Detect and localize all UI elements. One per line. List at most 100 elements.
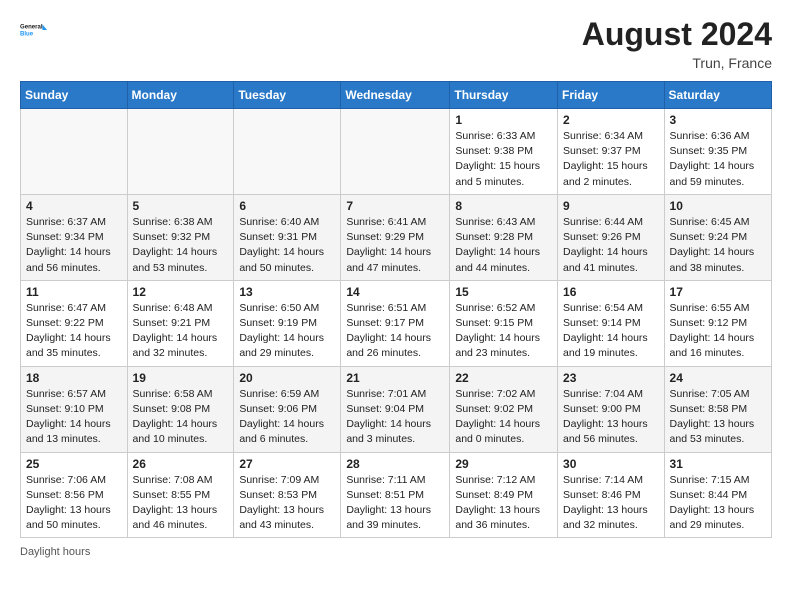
day-number: 29 xyxy=(455,457,552,471)
day-number: 26 xyxy=(133,457,229,471)
day-number: 9 xyxy=(563,199,659,213)
table-row: 11 Sunrise: 6:47 AM Sunset: 9:22 PM Dayli… xyxy=(21,280,128,366)
day-number: 5 xyxy=(133,199,229,213)
day-info: Sunrise: 6:57 AM Sunset: 9:10 PM Dayligh… xyxy=(26,387,122,448)
day-info: Sunrise: 6:43 AM Sunset: 9:28 PM Dayligh… xyxy=(455,215,552,276)
table-row: 28 Sunrise: 7:11 AM Sunset: 8:51 PM Dayli… xyxy=(341,452,450,538)
table-row: 15 Sunrise: 6:52 AM Sunset: 9:15 PM Dayli… xyxy=(450,280,558,366)
day-info: Sunrise: 6:44 AM Sunset: 9:26 PM Dayligh… xyxy=(563,215,659,276)
day-info: Sunrise: 7:12 AM Sunset: 8:49 PM Dayligh… xyxy=(455,473,552,534)
table-row: 1Sunrise: 6:33 AM Sunset: 9:38 PM Daylig… xyxy=(450,109,558,195)
calendar-week-row: 4 Sunrise: 6:37 AM Sunset: 9:34 PM Daylig… xyxy=(21,194,772,280)
calendar-week-row: 18Sunrise: 6:57 AM Sunset: 9:10 PM Dayli… xyxy=(21,366,772,452)
day-info: Sunrise: 7:01 AM Sunset: 9:04 PM Dayligh… xyxy=(346,387,444,448)
day-info: Sunrise: 6:41 AM Sunset: 9:29 PM Dayligh… xyxy=(346,215,444,276)
day-info: Sunrise: 7:06 AM Sunset: 8:56 PM Dayligh… xyxy=(26,473,122,534)
day-info: Sunrise: 7:02 AM Sunset: 9:02 PM Dayligh… xyxy=(455,387,552,448)
table-row: 22 Sunrise: 7:02 AM Sunset: 9:02 PM Dayli… xyxy=(450,366,558,452)
table-row: 18Sunrise: 6:57 AM Sunset: 9:10 PM Dayli… xyxy=(21,366,128,452)
table-row: 6 Sunrise: 6:40 AM Sunset: 9:31 PM Daylig… xyxy=(234,194,341,280)
day-info: Sunrise: 6:48 AM Sunset: 9:21 PM Dayligh… xyxy=(133,301,229,362)
month-year: August 2024 xyxy=(582,16,772,53)
calendar-week-row: 25 Sunrise: 7:06 AM Sunset: 8:56 PM Dayli… xyxy=(21,452,772,538)
day-number: 17 xyxy=(670,285,766,299)
day-number: 27 xyxy=(239,457,335,471)
col-friday: Friday xyxy=(558,82,665,109)
day-number: 7 xyxy=(346,199,444,213)
day-number: 12 xyxy=(133,285,229,299)
table-row: 12 Sunrise: 6:48 AM Sunset: 9:21 PM Dayli… xyxy=(127,280,234,366)
day-info: Sunrise: 6:47 AM Sunset: 9:22 PM Dayligh… xyxy=(26,301,122,362)
table-row: 27Sunrise: 7:09 AM Sunset: 8:53 PM Dayli… xyxy=(234,452,341,538)
day-number: 4 xyxy=(26,199,122,213)
day-number: 30 xyxy=(563,457,659,471)
calendar-week-row: 11 Sunrise: 6:47 AM Sunset: 9:22 PM Dayli… xyxy=(21,280,772,366)
table-row xyxy=(127,109,234,195)
day-number: 28 xyxy=(346,457,444,471)
calendar-week-row: 1Sunrise: 6:33 AM Sunset: 9:38 PM Daylig… xyxy=(21,109,772,195)
table-row: 26Sunrise: 7:08 AM Sunset: 8:55 PM Dayli… xyxy=(127,452,234,538)
table-row: 9 Sunrise: 6:44 AM Sunset: 9:26 PM Daylig… xyxy=(558,194,665,280)
table-row: 5 Sunrise: 6:38 AM Sunset: 9:32 PM Daylig… xyxy=(127,194,234,280)
day-info: Sunrise: 6:37 AM Sunset: 9:34 PM Dayligh… xyxy=(26,215,122,276)
day-info: Sunrise: 6:40 AM Sunset: 9:31 PM Dayligh… xyxy=(239,215,335,276)
day-number: 20 xyxy=(239,371,335,385)
col-wednesday: Wednesday xyxy=(341,82,450,109)
day-number: 6 xyxy=(239,199,335,213)
day-number: 10 xyxy=(670,199,766,213)
table-row: 30 Sunrise: 7:14 AM Sunset: 8:46 PM Dayli… xyxy=(558,452,665,538)
table-row: 25 Sunrise: 7:06 AM Sunset: 8:56 PM Dayli… xyxy=(21,452,128,538)
day-info: Sunrise: 7:11 AM Sunset: 8:51 PM Dayligh… xyxy=(346,473,444,534)
day-info: Sunrise: 6:50 AM Sunset: 9:19 PM Dayligh… xyxy=(239,301,335,362)
table-row: 10Sunrise: 6:45 AM Sunset: 9:24 PM Dayli… xyxy=(664,194,771,280)
day-number: 13 xyxy=(239,285,335,299)
day-info: Sunrise: 7:14 AM Sunset: 8:46 PM Dayligh… xyxy=(563,473,659,534)
table-row xyxy=(21,109,128,195)
table-row: 8 Sunrise: 6:43 AM Sunset: 9:28 PM Daylig… xyxy=(450,194,558,280)
col-sunday: Sunday xyxy=(21,82,128,109)
day-number: 23 xyxy=(563,371,659,385)
table-row: 7 Sunrise: 6:41 AM Sunset: 9:29 PM Daylig… xyxy=(341,194,450,280)
day-info: Sunrise: 7:05 AM Sunset: 8:58 PM Dayligh… xyxy=(670,387,766,448)
day-number: 8 xyxy=(455,199,552,213)
day-number: 22 xyxy=(455,371,552,385)
day-info: Sunrise: 6:38 AM Sunset: 9:32 PM Dayligh… xyxy=(133,215,229,276)
day-number: 24 xyxy=(670,371,766,385)
day-number: 21 xyxy=(346,371,444,385)
logo: GeneralBlue xyxy=(20,16,48,44)
table-row: 17Sunrise: 6:55 AM Sunset: 9:12 PM Dayli… xyxy=(664,280,771,366)
table-row: 29 Sunrise: 7:12 AM Sunset: 8:49 PM Dayli… xyxy=(450,452,558,538)
daylight-hours-label: Daylight hours xyxy=(20,546,90,558)
day-info: Sunrise: 6:33 AM Sunset: 9:38 PM Dayligh… xyxy=(455,129,552,190)
col-monday: Monday xyxy=(127,82,234,109)
day-number: 15 xyxy=(455,285,552,299)
col-thursday: Thursday xyxy=(450,82,558,109)
col-saturday: Saturday xyxy=(664,82,771,109)
col-tuesday: Tuesday xyxy=(234,82,341,109)
table-row: 4 Sunrise: 6:37 AM Sunset: 9:34 PM Daylig… xyxy=(21,194,128,280)
day-number: 31 xyxy=(670,457,766,471)
table-row: 31 Sunrise: 7:15 AM Sunset: 8:44 PM Dayli… xyxy=(664,452,771,538)
title-block: August 2024 Trun, France xyxy=(582,16,772,71)
day-number: 14 xyxy=(346,285,444,299)
day-info: Sunrise: 6:52 AM Sunset: 9:15 PM Dayligh… xyxy=(455,301,552,362)
table-row: 20Sunrise: 6:59 AM Sunset: 9:06 PM Dayli… xyxy=(234,366,341,452)
location: Trun, France xyxy=(582,55,772,71)
svg-text:Blue: Blue xyxy=(20,32,34,38)
day-number: 25 xyxy=(26,457,122,471)
logo-icon: GeneralBlue xyxy=(20,16,48,44)
day-info: Sunrise: 6:54 AM Sunset: 9:14 PM Dayligh… xyxy=(563,301,659,362)
table-row xyxy=(234,109,341,195)
page: GeneralBlue August 2024 Trun, France Sun… xyxy=(0,0,792,612)
day-info: Sunrise: 7:15 AM Sunset: 8:44 PM Dayligh… xyxy=(670,473,766,534)
day-info: Sunrise: 7:04 AM Sunset: 9:00 PM Dayligh… xyxy=(563,387,659,448)
day-number: 2 xyxy=(563,113,659,127)
day-number: 16 xyxy=(563,285,659,299)
table-row: 23 Sunrise: 7:04 AM Sunset: 9:00 PM Dayli… xyxy=(558,366,665,452)
table-row: 19Sunrise: 6:58 AM Sunset: 9:08 PM Dayli… xyxy=(127,366,234,452)
day-info: Sunrise: 6:51 AM Sunset: 9:17 PM Dayligh… xyxy=(346,301,444,362)
day-number: 11 xyxy=(26,285,122,299)
table-row: 24 Sunrise: 7:05 AM Sunset: 8:58 PM Dayli… xyxy=(664,366,771,452)
calendar-table: Sunday Monday Tuesday Wednesday Thursday… xyxy=(20,81,772,538)
table-row: 2Sunrise: 6:34 AM Sunset: 9:37 PM Daylig… xyxy=(558,109,665,195)
